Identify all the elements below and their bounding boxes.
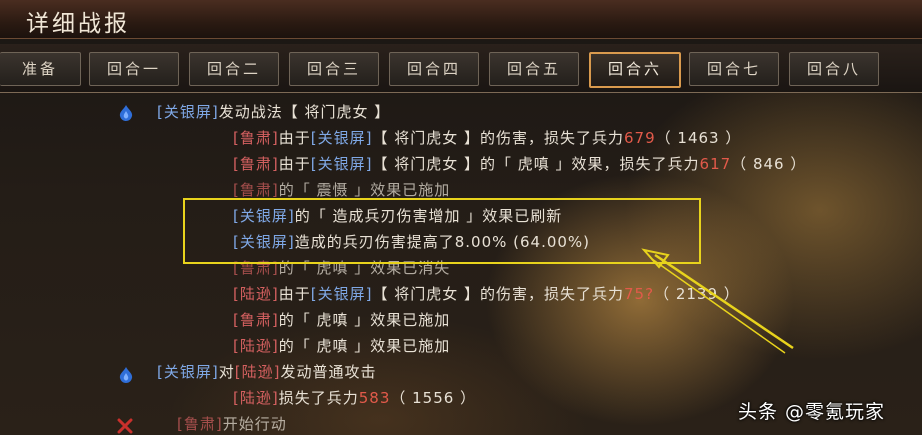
arrow-annotation-icon <box>641 248 794 354</box>
watermark: 头条 @零氪玩家 <box>738 401 886 423</box>
